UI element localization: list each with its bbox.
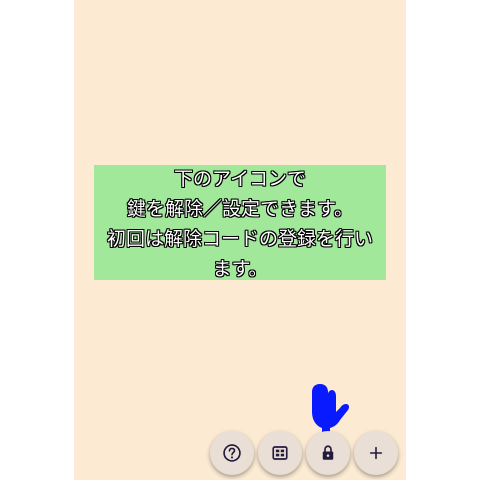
hint-line-4: ます。 bbox=[212, 258, 268, 280]
grid-icon bbox=[272, 446, 288, 460]
hint-line-3: 初回は解除コードの登録を行い bbox=[106, 228, 373, 250]
help-icon bbox=[223, 444, 241, 462]
hint-line-1: 下のアイコンで bbox=[173, 168, 307, 190]
hint-panel: 下のアイコンで 鍵を解除／設定できます。 初回は解除コードの登録を行い ます。 bbox=[94, 165, 386, 280]
help-button[interactable] bbox=[210, 431, 254, 475]
add-button[interactable] bbox=[354, 431, 398, 475]
hint-line-2: 鍵を解除／設定できます。 bbox=[126, 198, 354, 220]
app-screen: 下のアイコンで 鍵を解除／設定できます。 初回は解除コードの登録を行い ます。 bbox=[74, 0, 406, 480]
lock-button[interactable] bbox=[306, 431, 350, 475]
lock-icon bbox=[322, 445, 334, 460]
fab-toolbar bbox=[136, 431, 398, 475]
grid-button[interactable] bbox=[258, 431, 302, 475]
plus-icon bbox=[369, 446, 383, 460]
pointing-hand-icon bbox=[312, 384, 350, 437]
